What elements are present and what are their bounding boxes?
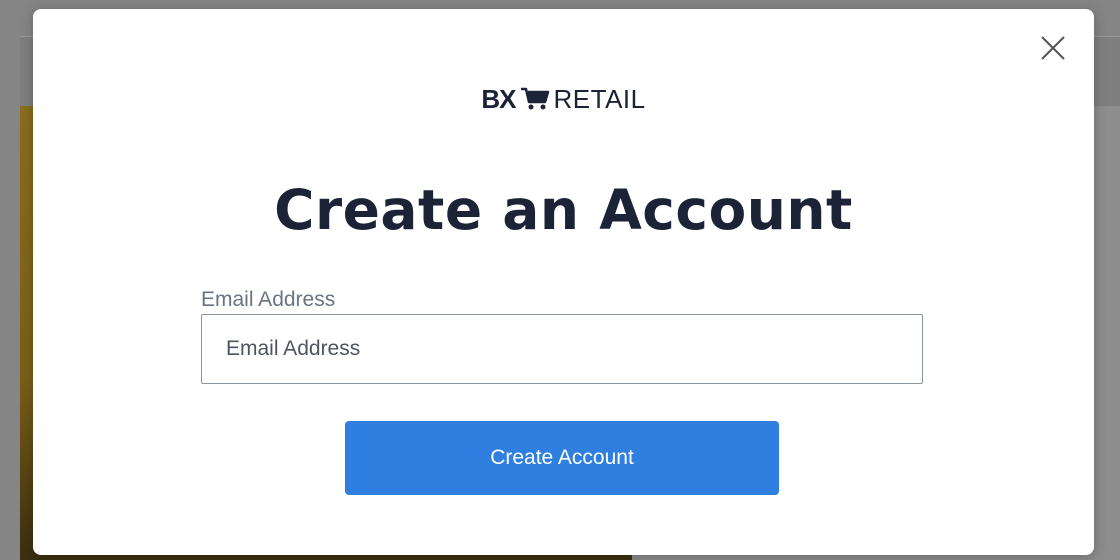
- email-label: Email Address: [201, 288, 336, 311]
- logo-brand-light: RETAIL: [553, 84, 646, 114]
- logo-brand-bold: BX: [481, 84, 516, 114]
- modal-title: Create an Account: [274, 178, 853, 242]
- close-button[interactable]: [1038, 33, 1068, 63]
- create-account-button[interactable]: Create Account: [345, 421, 779, 495]
- shopping-cart-icon: [520, 86, 550, 112]
- close-icon: [1041, 36, 1065, 60]
- email-field[interactable]: [201, 314, 923, 384]
- brand-logo: BX RETAIL: [33, 85, 1094, 113]
- create-account-modal: BX RETAIL Create an Account Email Addres…: [33, 9, 1094, 555]
